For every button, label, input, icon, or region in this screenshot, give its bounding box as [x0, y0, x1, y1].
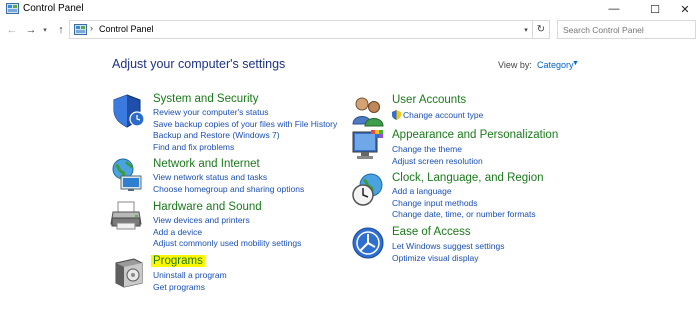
minimize-button[interactable]: —: [596, 0, 632, 18]
link-find-fix-problems[interactable]: Find and fix problems: [153, 142, 234, 152]
up-button[interactable]: ↑: [54, 22, 68, 38]
forward-button[interactable]: →: [24, 22, 38, 38]
navigation-bar: ← → ▾ ↑ › Control Panel ▾ ↻: [0, 19, 700, 41]
control-panel-icon: [74, 24, 87, 35]
control-panel-icon: [6, 3, 19, 14]
refresh-button[interactable]: ↻: [533, 20, 550, 39]
category-system-security[interactable]: System and Security: [153, 93, 258, 105]
category-user-accounts[interactable]: User Accounts: [392, 94, 466, 106]
breadcrumb-separator-icon[interactable]: ›: [90, 23, 93, 33]
link-file-history[interactable]: Save backup copies of your files with Fi…: [153, 119, 337, 129]
clock-globe-icon[interactable]: [351, 172, 385, 208]
category-programs[interactable]: Programs: [151, 255, 205, 267]
address-dropdown-button[interactable]: ▾: [520, 22, 532, 38]
address-bar[interactable]: › Control Panel: [69, 20, 533, 39]
view-by-dropdown[interactable]: Category: [537, 60, 574, 70]
view-by-label: View by:: [498, 60, 532, 70]
category-appearance-personalization[interactable]: Appearance and Personalization: [392, 129, 558, 141]
category-clock-language-region[interactable]: Clock, Language, and Region: [392, 172, 544, 184]
printer-icon[interactable]: [110, 198, 144, 234]
link-screen-resolution[interactable]: Adjust screen resolution: [392, 156, 483, 166]
link-windows-suggest-settings[interactable]: Let Windows suggest settings: [392, 241, 504, 251]
maximize-button[interactable]: ☐: [637, 0, 673, 18]
link-review-status[interactable]: Review your computer's status: [153, 107, 268, 117]
link-change-account-type[interactable]: Change account type: [403, 110, 483, 120]
link-homegroup-sharing[interactable]: Choose homegroup and sharing options: [153, 184, 304, 194]
link-change-theme[interactable]: Change the theme: [392, 144, 462, 154]
recent-locations-button[interactable]: ▾: [40, 22, 50, 38]
uac-shield-icon: [392, 110, 401, 120]
link-devices-printers[interactable]: View devices and printers: [153, 215, 250, 225]
link-add-language[interactable]: Add a language: [392, 186, 452, 196]
ease-of-access-icon[interactable]: [351, 225, 385, 261]
category-hardware-sound[interactable]: Hardware and Sound: [153, 201, 262, 213]
link-mobility-settings[interactable]: Adjust commonly used mobility settings: [153, 238, 301, 248]
link-add-device[interactable]: Add a device: [153, 227, 202, 237]
shield-icon[interactable]: [112, 93, 146, 129]
back-button[interactable]: ←: [5, 22, 19, 38]
category-ease-of-access[interactable]: Ease of Access: [392, 226, 471, 238]
link-uninstall-program[interactable]: Uninstall a program: [153, 270, 227, 280]
link-optimize-visual-display[interactable]: Optimize visual display: [392, 253, 478, 263]
chevron-down-icon[interactable]: ▼: [572, 60, 579, 67]
link-network-status[interactable]: View network status and tasks: [153, 172, 267, 182]
breadcrumb-control-panel[interactable]: Control Panel: [99, 24, 154, 34]
link-change-input-methods[interactable]: Change input methods: [392, 198, 478, 208]
close-button[interactable]: ✕: [670, 0, 700, 18]
title-bar: Control Panel — ☐ ✕: [0, 0, 700, 18]
link-get-programs[interactable]: Get programs: [153, 282, 205, 292]
link-date-time-formats[interactable]: Change date, time, or number formats: [392, 209, 536, 219]
users-icon[interactable]: [351, 94, 385, 130]
search-input[interactable]: [557, 20, 696, 39]
programs-box-icon[interactable]: [112, 253, 146, 289]
window-title: Control Panel: [23, 3, 84, 14]
monitor-palette-icon[interactable]: [351, 128, 385, 164]
programs-heading-highlight[interactable]: Programs: [151, 255, 205, 267]
network-globe-icon[interactable]: [110, 157, 144, 193]
link-backup-restore[interactable]: Backup and Restore (Windows 7): [153, 130, 280, 140]
category-network-internet[interactable]: Network and Internet: [153, 158, 260, 170]
page-title: Adjust your computer's settings: [112, 57, 286, 71]
